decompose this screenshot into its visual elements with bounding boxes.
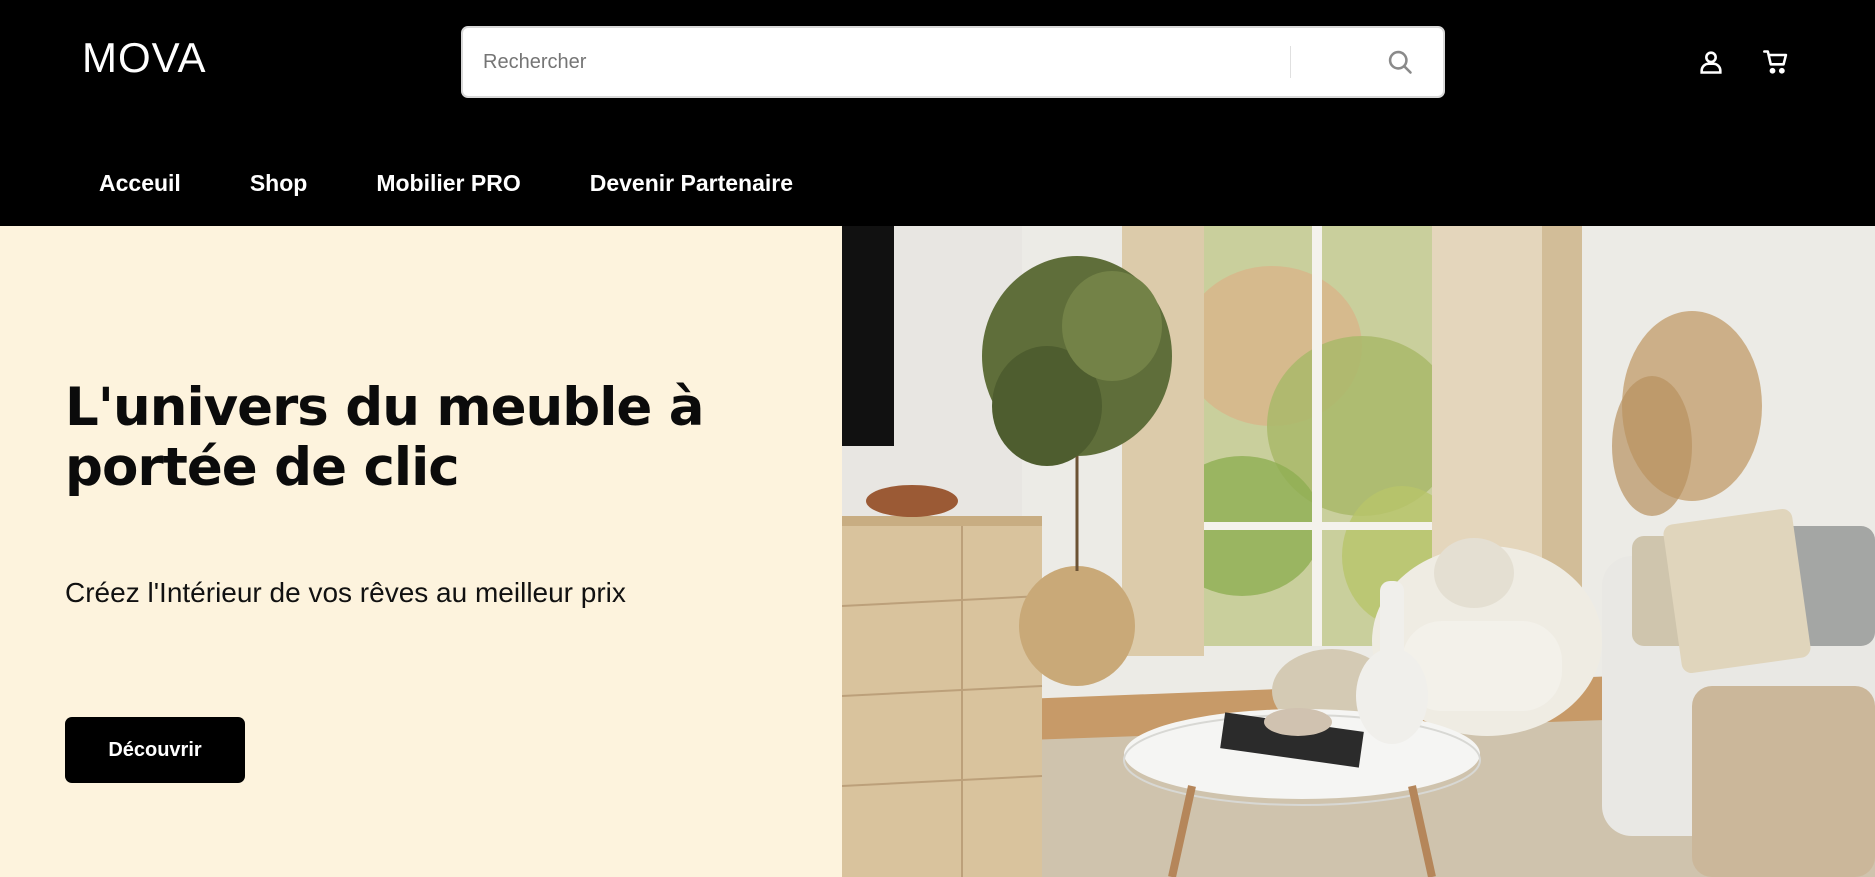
search-bar [461,26,1445,98]
search-button[interactable] [1380,42,1420,82]
search-input[interactable] [483,28,1283,96]
account-button[interactable] [1693,44,1729,80]
nav-item-acceuil[interactable]: Acceuil [99,170,181,197]
hero-subtitle: Créez l'Intérieur de vos rêves au meille… [65,577,626,608]
nav-item-devenir-partenaire[interactable]: Devenir Partenaire [590,170,793,197]
account-icon [1700,51,1722,74]
main-nav: Acceuil Shop Mobilier PRO Devenir Parten… [99,166,862,200]
living-room-illustration [842,226,1875,877]
hero-title-line-2: portée de clic [65,437,460,498]
hero-title: L'univers du meuble à portée de clic [65,378,785,498]
search-divider [1290,46,1291,78]
cart-icon [1763,50,1788,74]
hero-title-line-1: L'univers du meuble à [65,377,705,438]
nav-item-mobilier-pro[interactable]: Mobilier PRO [376,170,520,197]
site-header: MOVA Acceuil Shop Mobilier PRO Devenir P… [0,0,1875,226]
nav-item-shop[interactable]: Shop [250,170,308,197]
cart-button[interactable] [1758,44,1794,80]
hero-image [842,226,1875,877]
logo[interactable]: MOVA [82,30,207,86]
hero-panel: L'univers du meuble à portée de clic Cré… [0,226,842,877]
discover-button[interactable]: Découvrir [65,717,245,783]
search-icon [1388,50,1412,74]
